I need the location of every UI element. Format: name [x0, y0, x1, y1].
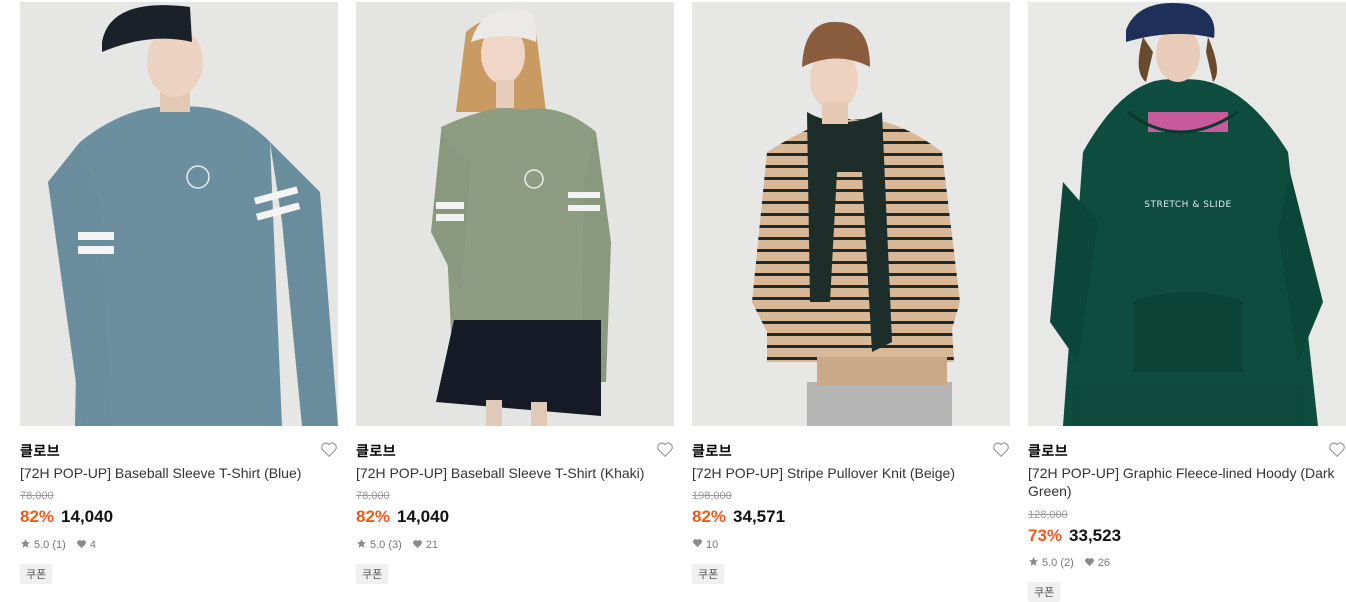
review-stats: 10	[692, 538, 728, 551]
price-row: 82% 34,571	[692, 507, 785, 527]
discount-rate: 82%	[692, 507, 727, 526]
coupon-badge: 쿠폰	[356, 564, 389, 584]
discount-rate: 73%	[1028, 526, 1063, 545]
rating-value: 5.0	[370, 539, 386, 551]
product-card[interactable]: STRETCH & SLIDE 클로브 [72H POP-UP] Graphic…	[1028, 0, 1346, 602]
sale-price: 34,571	[733, 507, 786, 526]
hoodie-print-text: STRETCH & SLIDE	[1144, 200, 1231, 210]
like-count: 10	[706, 538, 719, 551]
wishlist-heart-icon[interactable]	[656, 441, 674, 458]
product-card[interactable]: 클로브 [72H POP-UP] Baseball Sleeve T-Shirt…	[356, 0, 674, 593]
coupon-badge: 쿠폰	[692, 564, 725, 584]
price-row: 82% 14,040	[20, 507, 113, 527]
brand-name[interactable]: 클로브	[692, 441, 732, 461]
wishlist-heart-icon[interactable]	[320, 441, 338, 458]
product-title[interactable]: [72H POP-UP] Stripe Pullover Knit (Beige…	[692, 464, 1010, 482]
star-icon	[1028, 556, 1039, 570]
heart-filled-icon	[412, 539, 423, 552]
discount-rate: 82%	[20, 507, 55, 526]
product-image[interactable]: STRETCH & SLIDE	[1028, 2, 1346, 426]
price-row: 73% 33,523	[1028, 526, 1121, 546]
star-icon	[356, 538, 367, 552]
product-image[interactable]	[20, 2, 338, 426]
product-title[interactable]: [72H POP-UP] Baseball Sleeve T-Shirt (Kh…	[356, 464, 674, 482]
rating-value: 5.0	[34, 539, 50, 551]
review-stats: 5.0 (2) 26	[1028, 556, 1120, 570]
heart-filled-icon	[692, 538, 703, 551]
brand-name[interactable]: 클로브	[1028, 441, 1068, 461]
coupon-badge: 쿠폰	[1028, 582, 1061, 602]
discount-rate: 82%	[356, 507, 391, 526]
brand-name[interactable]: 클로브	[20, 441, 60, 461]
wishlist-heart-icon[interactable]	[992, 441, 1010, 458]
heart-filled-icon	[1084, 557, 1095, 570]
product-title[interactable]: [72H POP-UP] Baseball Sleeve T-Shirt (Bl…	[20, 464, 338, 482]
star-icon	[20, 538, 31, 552]
original-price: 78,000	[356, 490, 390, 502]
review-stats: 5.0 (3) 21	[356, 538, 448, 552]
like-count: 21	[425, 539, 439, 551]
product-photo	[356, 2, 674, 426]
wishlist-heart-icon[interactable]	[1328, 441, 1346, 458]
sale-price: 14,040	[61, 507, 114, 526]
original-price: 198,000	[692, 490, 732, 502]
product-photo: STRETCH & SLIDE	[1028, 2, 1346, 426]
product-image[interactable]	[692, 2, 1010, 426]
rating-value: 5.0	[1042, 557, 1058, 569]
product-title[interactable]: [72H POP-UP] Graphic Fleece-lined Hoody …	[1028, 464, 1346, 500]
brand-name[interactable]: 클로브	[356, 441, 396, 461]
heart-filled-icon	[76, 539, 87, 552]
original-price: 78,000	[20, 490, 54, 502]
product-image[interactable]	[356, 2, 674, 426]
like-count: 26	[1097, 557, 1111, 569]
review-count: (1)	[52, 539, 66, 551]
product-photo	[20, 2, 338, 426]
review-stats: 5.0 (1) 4	[20, 538, 106, 552]
product-grid: 클로브 [72H POP-UP] Baseball Sleeve T-Shirt…	[20, 0, 1346, 602]
original-price: 128,000	[1028, 509, 1068, 521]
product-card[interactable]: 클로브 [72H POP-UP] Stripe Pullover Knit (B…	[692, 0, 1010, 593]
sale-price: 33,523	[1069, 526, 1122, 545]
review-count: (2)	[1060, 557, 1074, 569]
like-count: 4	[89, 539, 96, 551]
product-photo	[692, 2, 1010, 426]
review-count: (3)	[388, 539, 402, 551]
price-row: 82% 14,040	[356, 507, 449, 527]
coupon-badge: 쿠폰	[20, 564, 53, 584]
sale-price: 14,040	[397, 507, 450, 526]
product-card[interactable]: 클로브 [72H POP-UP] Baseball Sleeve T-Shirt…	[20, 0, 338, 593]
